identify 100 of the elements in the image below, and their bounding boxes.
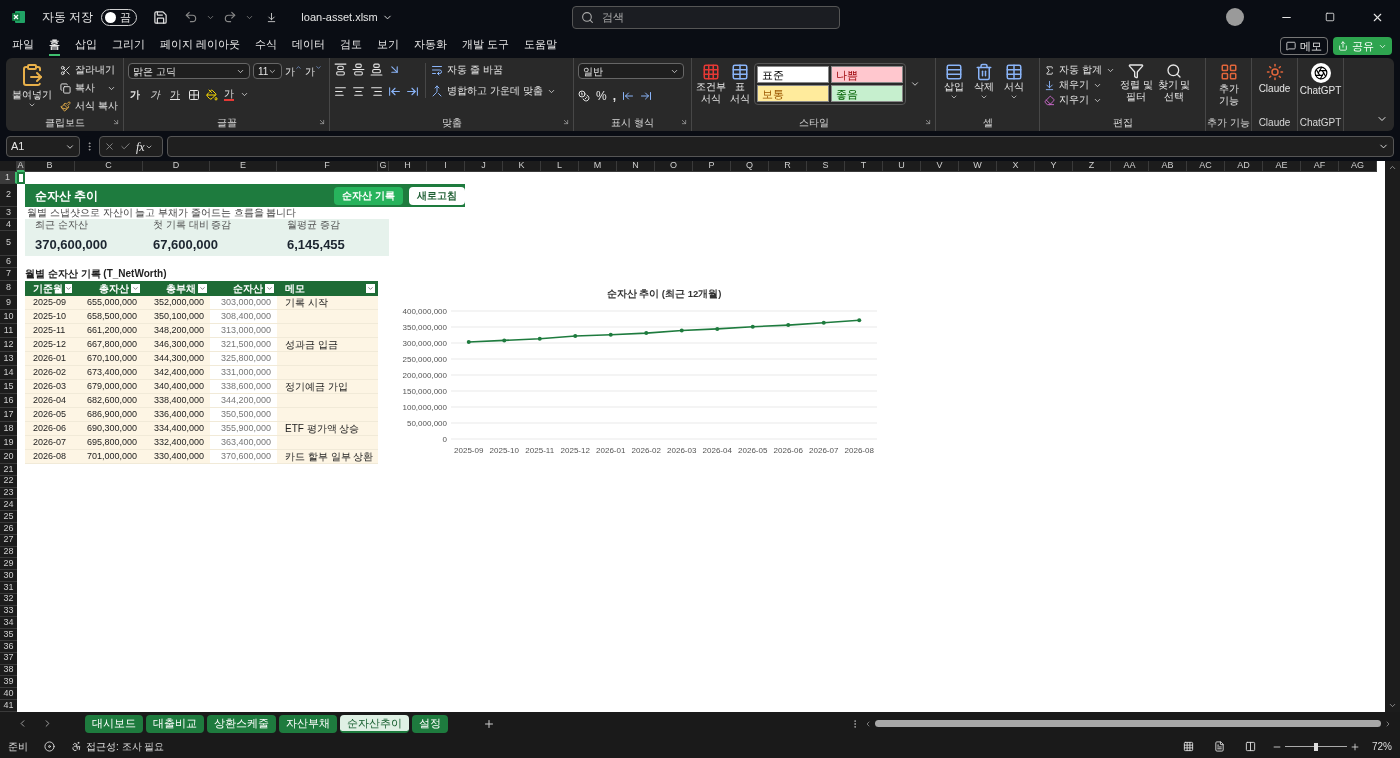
sheet-tab[interactable]: 대출비교 bbox=[146, 714, 204, 733]
row-header[interactable]: 14 bbox=[0, 366, 17, 380]
align-center-icon[interactable] bbox=[352, 85, 365, 98]
borders-icon[interactable] bbox=[188, 88, 200, 101]
addin-button[interactable]: ChatGPT bbox=[1302, 63, 1339, 97]
column-header[interactable]: H bbox=[389, 161, 427, 172]
row-header[interactable]: 2 bbox=[0, 184, 17, 207]
row-header[interactable]: 30 bbox=[0, 570, 17, 582]
wrap-text-button[interactable]: 자동 줄 바꿈 bbox=[431, 63, 556, 77]
menu-tab[interactable]: 개발 도구 bbox=[462, 36, 510, 56]
align-top-icon[interactable] bbox=[334, 63, 347, 76]
sheet-tab[interactable]: 상환스케줄 bbox=[207, 714, 276, 733]
menu-tab[interactable]: 삽입 bbox=[75, 36, 97, 56]
column-header[interactable]: O bbox=[655, 161, 693, 172]
row-header[interactable]: 10 bbox=[0, 310, 17, 324]
column-header[interactable]: G bbox=[378, 161, 389, 172]
row-header[interactable]: 11 bbox=[0, 324, 17, 338]
row-header[interactable]: 34 bbox=[0, 617, 17, 630]
format-table-button[interactable]: 표 서식 bbox=[730, 63, 750, 105]
copy-button[interactable]: 복사 bbox=[60, 81, 118, 95]
underline-button[interactable]: 가 bbox=[168, 87, 182, 102]
font-color-button[interactable]: 가 bbox=[224, 88, 234, 101]
dialog-launcher-icon[interactable] bbox=[112, 118, 120, 126]
column-header[interactable]: AC bbox=[1187, 161, 1225, 172]
accessibility-button[interactable]: 접근성: 조사 필요 bbox=[71, 739, 165, 754]
percent-button[interactable]: % bbox=[596, 87, 607, 105]
column-header[interactable]: W bbox=[959, 161, 997, 172]
menu-tab[interactable]: 자동화 bbox=[414, 36, 448, 56]
autosum-button[interactable]: 자동 합계 bbox=[1044, 63, 1115, 77]
cell-style-swatch[interactable]: 보통 bbox=[757, 85, 829, 102]
cut-button[interactable]: 잘라내기 bbox=[60, 63, 118, 77]
menu-tab[interactable]: 보기 bbox=[377, 36, 400, 56]
enter-icon[interactable] bbox=[120, 141, 131, 152]
addin-button[interactable]: 추가 기능 bbox=[1210, 63, 1247, 107]
column-header[interactable]: V bbox=[921, 161, 959, 172]
row-header[interactable]: 39 bbox=[0, 676, 17, 689]
row-header[interactable]: 17 bbox=[0, 408, 17, 422]
cells-button[interactable]: 서식 bbox=[1004, 63, 1024, 101]
column-header[interactable]: S bbox=[807, 161, 845, 172]
normal-view-icon[interactable] bbox=[1183, 741, 1194, 752]
column-header[interactable]: N bbox=[617, 161, 655, 172]
row-header[interactable]: 19 bbox=[0, 436, 17, 450]
align-bottom-icon[interactable] bbox=[370, 63, 383, 76]
column-header[interactable]: Y bbox=[1035, 161, 1073, 172]
undo-icon[interactable] bbox=[184, 10, 199, 24]
filename-button[interactable]: loan-asset.xlsm bbox=[301, 8, 393, 26]
cell-style-swatch[interactable]: 나쁨 bbox=[831, 66, 903, 83]
gallery-more-icon[interactable] bbox=[910, 79, 920, 89]
column-header[interactable]: I bbox=[427, 161, 465, 172]
paste-button[interactable]: 붙여넣기 bbox=[10, 63, 54, 113]
column-header[interactable]: AE bbox=[1263, 161, 1301, 172]
column-header[interactable]: Z bbox=[1073, 161, 1111, 172]
table-header[interactable]: 총부채 bbox=[143, 281, 210, 296]
column-header[interactable]: P bbox=[693, 161, 731, 172]
find-select-button[interactable]: 찾기 및 선택 bbox=[1157, 63, 1191, 107]
cells-button[interactable]: 삭제 bbox=[974, 63, 994, 101]
row-header[interactable]: 12 bbox=[0, 338, 17, 352]
addin-button[interactable]: Claude bbox=[1256, 63, 1293, 95]
clear-button[interactable]: 지우기 bbox=[1044, 93, 1115, 107]
column-header[interactable]: L bbox=[541, 161, 579, 172]
cell-style-swatch[interactable]: 좋음 bbox=[831, 85, 903, 102]
row-header[interactable]: 29 bbox=[0, 558, 17, 571]
column-header[interactable]: K bbox=[503, 161, 541, 172]
column-header[interactable]: AD bbox=[1225, 161, 1263, 172]
save-icon[interactable] bbox=[153, 9, 169, 25]
row-header[interactable]: 7 bbox=[0, 268, 17, 281]
row-header[interactable]: 1 bbox=[0, 172, 17, 184]
column-header[interactable]: T bbox=[845, 161, 883, 172]
column-header[interactable]: X bbox=[997, 161, 1035, 172]
column-header[interactable]: D bbox=[143, 161, 210, 172]
customize-icon[interactable] bbox=[266, 11, 278, 23]
banner-button[interactable]: 새로고침 bbox=[409, 186, 465, 205]
menu-tab[interactable]: 페이지 레이아웃 bbox=[160, 36, 241, 56]
row-header[interactable]: 25 bbox=[0, 511, 17, 523]
format-painter-button[interactable]: 서식 복사 bbox=[60, 99, 118, 113]
zoom-slider[interactable] bbox=[1285, 742, 1347, 751]
column-header[interactable]: AA bbox=[1111, 161, 1149, 172]
menu-tab[interactable]: 도움말 bbox=[524, 36, 558, 56]
row-header[interactable]: 21 bbox=[0, 464, 17, 476]
formula-input[interactable] bbox=[167, 136, 1394, 157]
number-format-dropdown[interactable]: 일반 bbox=[578, 63, 684, 79]
merge-center-button[interactable]: 병합하고 가운데 맞춤 bbox=[431, 84, 556, 98]
menu-tab[interactable]: 그리기 bbox=[112, 36, 145, 56]
menu-tab[interactable]: 수식 bbox=[255, 36, 278, 56]
align-left-icon[interactable] bbox=[334, 85, 347, 98]
table-header[interactable]: 기준월 bbox=[25, 281, 75, 296]
redo-icon[interactable] bbox=[223, 10, 238, 24]
grow-font-button[interactable]: 가 bbox=[285, 63, 302, 79]
sheet-tab[interactable]: 자산부채 bbox=[279, 714, 337, 733]
currency-icon[interactable] bbox=[578, 90, 590, 102]
add-sheet-icon[interactable] bbox=[483, 717, 495, 730]
row-header[interactable]: 35 bbox=[0, 629, 17, 641]
column-header[interactable]: R bbox=[769, 161, 807, 172]
menu-tab[interactable]: 검토 bbox=[340, 36, 363, 56]
sheet-tab[interactable]: 대시보드 bbox=[85, 714, 143, 733]
comma-button[interactable]: , bbox=[612, 87, 616, 105]
macro-record-icon[interactable] bbox=[44, 741, 55, 752]
column-header[interactable]: C bbox=[75, 161, 143, 172]
column-header[interactable]: Q bbox=[731, 161, 769, 172]
table-header[interactable]: 총자산 bbox=[75, 281, 143, 296]
